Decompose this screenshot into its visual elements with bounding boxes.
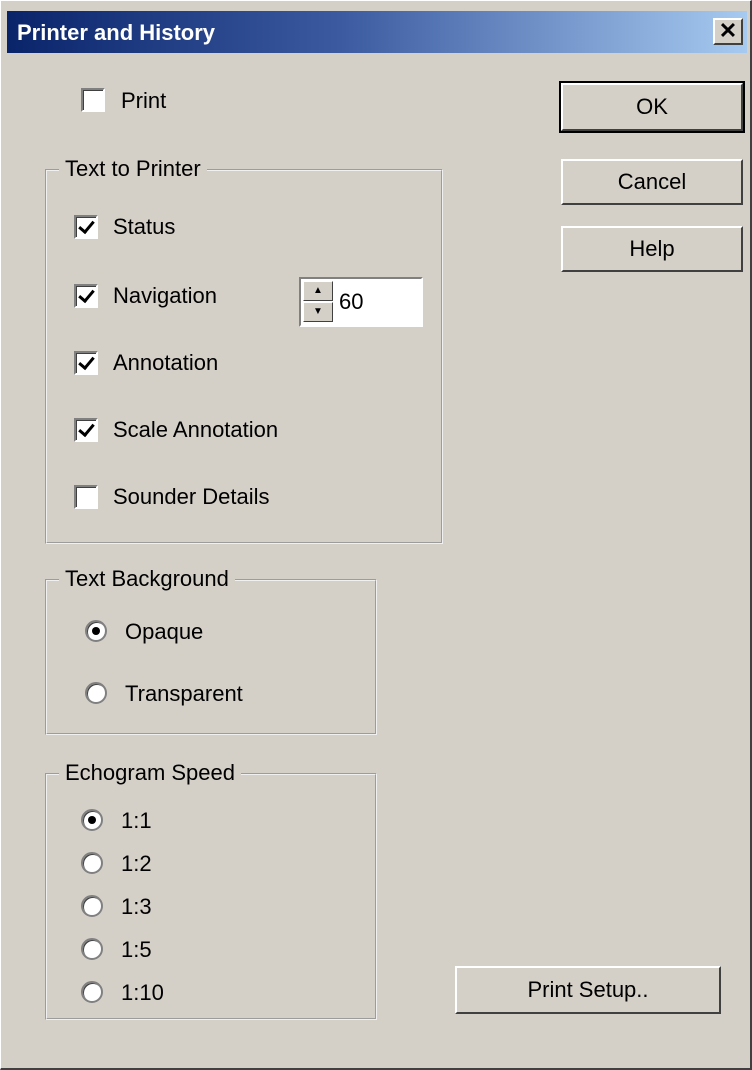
transparent-label: Transparent	[125, 681, 243, 706]
spin-down-button[interactable]: ▼	[303, 302, 333, 322]
text-to-printer-title: Text to Printer	[59, 156, 207, 182]
text-background-title: Text Background	[59, 566, 235, 592]
speed-1-5-radio[interactable]	[81, 938, 103, 960]
help-button[interactable]: Help	[561, 226, 743, 272]
printer-history-dialog: Printer and History ✕ Print Text to Prin…	[0, 0, 752, 1070]
speed-1-5-label: 1:5	[121, 937, 152, 962]
annotation-label: Annotation	[113, 350, 219, 375]
speed-1-10-label: 1:10	[121, 980, 164, 1005]
close-icon: ✕	[718, 18, 738, 43]
print-checkbox[interactable]	[81, 88, 105, 112]
navigation-label: Navigation	[113, 283, 217, 308]
speed-1-10-radio[interactable]	[81, 981, 103, 1003]
speed-1-3-label: 1:3	[121, 894, 152, 919]
spin-up-button[interactable]: ▲	[303, 281, 333, 301]
arrow-down-icon: ▼	[313, 306, 323, 317]
navigation-value[interactable]: 60	[339, 289, 363, 315]
print-setup-button[interactable]: Print Setup..	[455, 966, 721, 1014]
speed-1-3-radio[interactable]	[81, 895, 103, 917]
echogram-speed-title: Echogram Speed	[59, 760, 241, 786]
navigation-spinner[interactable]: ▲ ▼ 60	[299, 277, 423, 327]
speed-1-1-label: 1:1	[121, 808, 152, 833]
title-bar[interactable]: Printer and History ✕	[7, 11, 747, 53]
sounder-details-checkbox[interactable]	[74, 485, 98, 509]
status-label: Status	[113, 214, 176, 239]
navigation-checkbox[interactable]	[74, 284, 98, 308]
sounder-details-label: Sounder Details	[113, 484, 270, 509]
print-label: Print	[121, 88, 167, 113]
transparent-radio[interactable]	[85, 682, 107, 704]
opaque-radio[interactable]	[85, 620, 107, 642]
cancel-button[interactable]: Cancel	[561, 159, 743, 205]
opaque-label: Opaque	[125, 619, 204, 644]
arrow-up-icon: ▲	[313, 285, 323, 296]
status-checkbox[interactable]	[74, 215, 98, 239]
text-background-group: Text Background	[45, 566, 377, 735]
scale-annotation-label: Scale Annotation	[113, 417, 279, 442]
speed-1-1-radio[interactable]	[81, 809, 103, 831]
speed-1-2-label: 1:2	[121, 851, 152, 876]
annotation-checkbox[interactable]	[74, 351, 98, 375]
close-button[interactable]: ✕	[713, 18, 743, 45]
ok-button[interactable]: OK	[559, 81, 745, 133]
window-title: Printer and History	[17, 20, 216, 45]
speed-1-2-radio[interactable]	[81, 852, 103, 874]
scale-annotation-checkbox[interactable]	[74, 418, 98, 442]
